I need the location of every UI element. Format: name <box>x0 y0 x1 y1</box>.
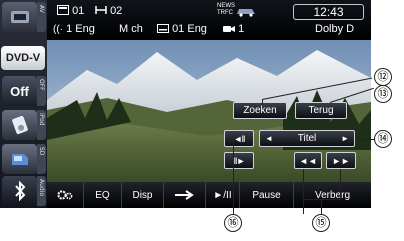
source-home-button[interactable] <box>2 2 37 32</box>
fast-reverse-icon: ◄◄ <box>299 155 317 166</box>
bottom-toolbar: EQ Disp ►/II Pause Verberg <box>47 182 371 208</box>
slow-reverse-icon: ◄II <box>233 133 246 144</box>
arrow-right-icon <box>174 190 194 200</box>
callout-13: ⑬ <box>374 85 392 103</box>
settings-gear-icon <box>57 190 73 200</box>
audio-language: ((· 1 Eng <box>53 23 95 35</box>
sd-strip: SD <box>37 144 46 174</box>
ipod-icon <box>11 115 28 135</box>
head-unit-screen: AV DVD-V Off OFF iPod SD Audio 01 02 NEW… <box>0 0 371 208</box>
callout-14: ⑭ <box>374 130 392 148</box>
dvd-v-source-button[interactable]: DVD-V <box>1 46 45 70</box>
play-pause-button[interactable]: ►/II <box>206 182 240 208</box>
camera-angle-icon <box>223 26 235 32</box>
fast-forward-icon: ►► <box>332 155 350 166</box>
angle-number: 1 <box>223 23 244 35</box>
subtitle-icon <box>157 24 169 33</box>
source-icon <box>10 11 29 23</box>
title-previous-icon[interactable]: ◄ <box>265 134 273 143</box>
slow-forward-icon: II► <box>233 155 246 166</box>
settings-button[interactable] <box>47 182 84 208</box>
sd-card-icon <box>11 154 28 165</box>
fast-forward-button[interactable]: ►► <box>326 152 356 169</box>
off-strip: OFF <box>37 76 46 106</box>
subtitle-language: 01 Eng <box>157 23 207 35</box>
chapter-icon <box>95 6 107 14</box>
pause-button[interactable]: Pause <box>240 182 294 208</box>
bluetooth-audio-button[interactable] <box>2 176 37 206</box>
bluetooth-icon <box>14 181 25 201</box>
leader-line-15d <box>321 199 322 214</box>
chapter-number: 02 <box>95 5 122 17</box>
fast-reverse-button[interactable]: ◄◄ <box>294 152 322 169</box>
title-next-icon[interactable]: ► <box>341 134 349 143</box>
callout-16: ⑯ <box>224 214 242 232</box>
news-traffic-indicator: NEWS TRFC <box>217 3 235 16</box>
audio-channels: M ch <box>119 23 143 35</box>
leader-line-15a <box>303 169 304 214</box>
status-info-bar: 01 02 NEWS TRFC 12:43 ((· 1 Eng M ch 01 … <box>47 0 371 40</box>
callout-12: ⑫ <box>374 68 392 86</box>
callout-15: ⑮ <box>312 214 330 232</box>
search-button[interactable]: Zoeken <box>233 102 287 119</box>
leader-line-14 <box>355 139 375 140</box>
next-page-button[interactable] <box>164 182 206 208</box>
disp-button[interactable]: Disp <box>122 182 164 208</box>
slow-reverse-button[interactable]: ◄II <box>224 130 254 147</box>
traffic-car-icon <box>237 9 255 17</box>
title-label: Titel <box>297 133 317 144</box>
title-number: 01 <box>57 5 84 17</box>
title-selector[interactable]: ◄ Titel ► <box>259 130 355 147</box>
source-sidebar: AV DVD-V Off OFF iPod SD Audio <box>0 0 47 208</box>
leader-line-16 <box>233 139 234 214</box>
title-icon <box>57 5 69 15</box>
av-strip: AV <box>37 2 46 32</box>
slow-forward-button[interactable]: II► <box>224 152 254 169</box>
hide-button[interactable]: Verberg <box>294 182 371 208</box>
ipod-strip: iPod <box>37 110 46 140</box>
leader-line-15b <box>340 169 341 199</box>
audio-wave-icon: ((· <box>53 24 63 35</box>
ipod-source-button[interactable] <box>2 110 37 140</box>
off-source-button[interactable]: Off <box>2 76 37 106</box>
sound-format: Dolby D <box>315 23 355 35</box>
eq-button[interactable]: EQ <box>84 182 122 208</box>
return-button[interactable]: Terug <box>295 102 347 119</box>
clock: 12:43 <box>293 4 364 20</box>
audio-strip: Audio <box>37 176 46 206</box>
leader-line-15c <box>303 199 341 200</box>
sd-source-button[interactable] <box>2 144 37 174</box>
